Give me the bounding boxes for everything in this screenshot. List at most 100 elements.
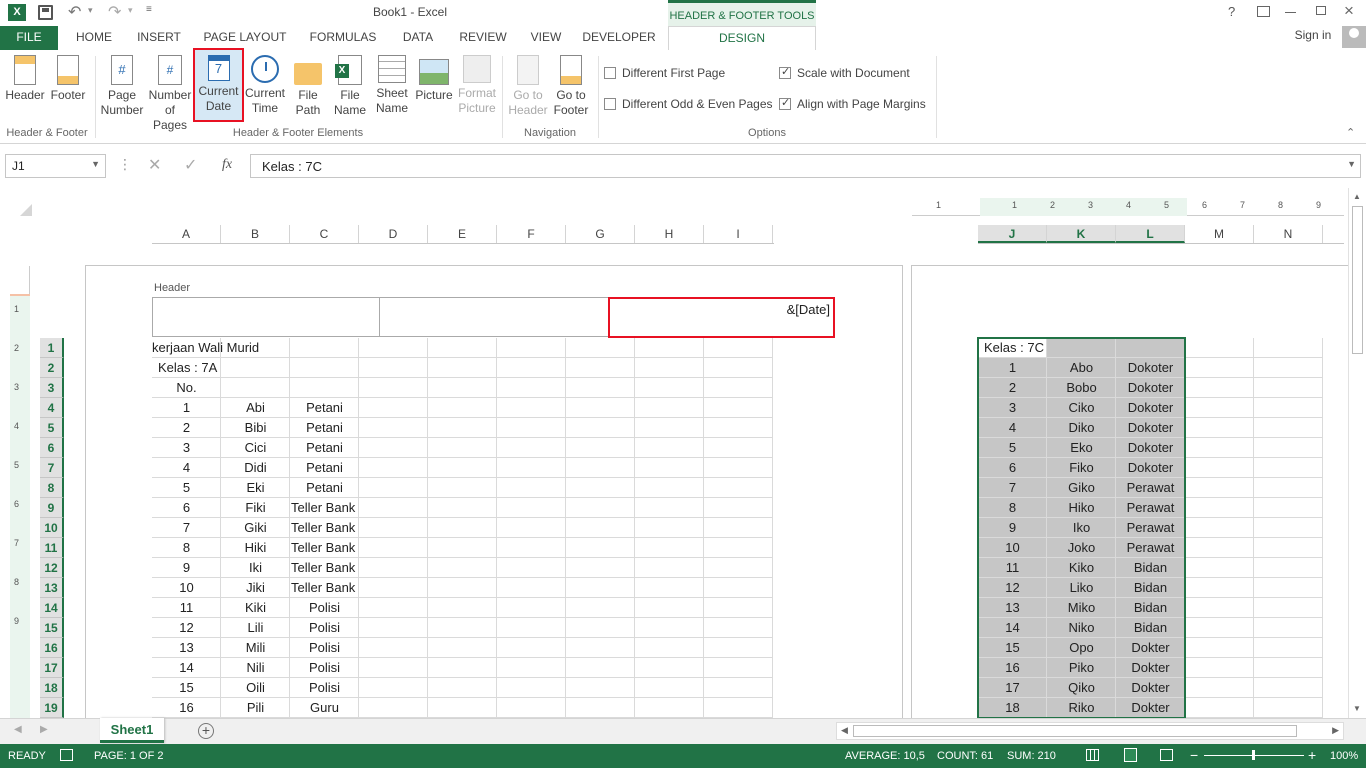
grid-cell[interactable]	[497, 678, 566, 698]
zoom-level[interactable]: 100%	[1330, 750, 1358, 762]
grid-cell[interactable]	[497, 578, 566, 598]
row-header[interactable]: 2	[40, 358, 64, 378]
row-header[interactable]: 13	[40, 578, 64, 598]
tab-design[interactable]: DESIGN	[668, 26, 816, 51]
expand-formula-icon[interactable]: ▼	[1347, 159, 1356, 169]
grid-cell[interactable]	[1185, 538, 1254, 558]
grid-cell[interactable]	[704, 338, 773, 358]
grid-cell[interactable]	[635, 418, 704, 438]
grid-cell[interactable]	[497, 418, 566, 438]
grid-cell[interactable]	[704, 618, 773, 638]
grid-cell[interactable]	[704, 378, 773, 398]
row-header[interactable]: 8	[40, 478, 64, 498]
column-header[interactable]: M	[1185, 225, 1254, 243]
grid-cell[interactable]	[428, 458, 497, 478]
column-header[interactable]: C	[290, 225, 359, 243]
grid-cell[interactable]	[1185, 358, 1254, 378]
grid-cell[interactable]	[635, 458, 704, 478]
grid-cell[interactable]	[1185, 658, 1254, 678]
row-header[interactable]: 17	[40, 658, 64, 678]
grid-cell[interactable]	[428, 538, 497, 558]
grid-cell[interactable]	[704, 518, 773, 538]
grid-cell[interactable]	[497, 558, 566, 578]
column-header[interactable]: E	[428, 225, 497, 243]
grid-cell[interactable]	[566, 598, 635, 618]
column-header[interactable]: K	[1047, 225, 1116, 243]
row-header[interactable]: 5	[40, 418, 64, 438]
page-number-button[interactable]: # Page Number	[99, 55, 145, 118]
sheet-name-button[interactable]: Sheet Name	[372, 55, 412, 116]
grid-cell[interactable]	[1254, 518, 1323, 538]
column-header[interactable]: A	[152, 225, 221, 243]
row-header[interactable]: 1	[40, 338, 64, 358]
grid-cell[interactable]	[1254, 358, 1323, 378]
grid-cell[interactable]	[1254, 478, 1323, 498]
row-header[interactable]: 4	[40, 398, 64, 418]
restore-button[interactable]	[1316, 6, 1326, 15]
sign-in-link[interactable]: Sign in	[1290, 24, 1336, 48]
grid-cell[interactable]	[428, 418, 497, 438]
row-header[interactable]: 12	[40, 558, 64, 578]
sheet-tab-sheet1[interactable]: Sheet1	[100, 718, 164, 743]
grid-cell[interactable]	[1254, 458, 1323, 478]
column-header[interactable]: N	[1254, 225, 1323, 243]
grid-cell[interactable]	[497, 638, 566, 658]
grid-cell[interactable]	[1254, 498, 1323, 518]
grid-cell[interactable]	[704, 578, 773, 598]
grid-cell[interactable]	[566, 618, 635, 638]
grid-cell[interactable]	[1185, 418, 1254, 438]
grid-cell[interactable]	[428, 438, 497, 458]
grid-cell[interactable]	[1185, 518, 1254, 538]
checkmark-icon[interactable]: ✓	[779, 97, 791, 110]
grid-cell[interactable]	[359, 618, 428, 638]
grid-cell[interactable]	[497, 458, 566, 478]
header-right-section[interactable]: &[Date]	[608, 297, 835, 338]
row-header[interactable]: 14	[40, 598, 64, 618]
checkmark-icon[interactable]: ✓	[779, 66, 791, 79]
grid-cell[interactable]	[497, 498, 566, 518]
grid-cell[interactable]	[428, 498, 497, 518]
normal-view-icon[interactable]	[1086, 749, 1099, 761]
go-to-footer-button[interactable]: Go to Footer	[551, 55, 591, 118]
grid-cell[interactable]	[635, 478, 704, 498]
grid-cell[interactable]	[497, 538, 566, 558]
grid-cell[interactable]	[290, 378, 359, 398]
grid-cell[interactable]	[566, 458, 635, 478]
current-time-button[interactable]: Current Time	[243, 55, 287, 116]
different-odd-even-checkbox[interactable]: Different Odd & Even Pages	[604, 96, 773, 112]
grid-cell[interactable]	[635, 358, 704, 378]
page-break-view-icon[interactable]	[1160, 749, 1173, 761]
grid-cell[interactable]	[635, 438, 704, 458]
grid-cell[interactable]	[1254, 558, 1323, 578]
grid-cell[interactable]	[1254, 678, 1323, 698]
header-center-section[interactable]	[379, 297, 609, 337]
tab-developer[interactable]: DEVELOPER	[578, 26, 660, 50]
name-box[interactable]: J1 ▼	[5, 154, 106, 178]
grid-cell[interactable]	[497, 378, 566, 398]
column-header[interactable]: G	[566, 225, 635, 243]
grid-cell[interactable]	[635, 558, 704, 578]
tab-review[interactable]: REVIEW	[452, 26, 514, 50]
grid-cell[interactable]	[359, 598, 428, 618]
grid-cell[interactable]	[566, 498, 635, 518]
file-name-button[interactable]: X File Name	[330, 55, 370, 118]
grid-cell[interactable]	[704, 458, 773, 478]
grid-cell[interactable]	[704, 418, 773, 438]
grid-cell[interactable]	[1254, 658, 1323, 678]
more-options-icon[interactable]: ⋮	[118, 156, 132, 173]
scroll-tabs-right-icon[interactable]: ▶	[40, 724, 48, 735]
scroll-tabs-left-icon[interactable]: ◀	[14, 724, 22, 735]
grid-cell[interactable]	[1185, 338, 1254, 358]
insert-function-icon[interactable]: fx	[222, 157, 232, 173]
zoom-slider[interactable]	[1204, 750, 1304, 760]
column-header[interactable]: L	[1116, 225, 1185, 243]
grid-cell[interactable]	[1185, 618, 1254, 638]
grid-cell[interactable]	[566, 438, 635, 458]
grid-cell[interactable]	[566, 398, 635, 418]
grid-cell[interactable]	[635, 498, 704, 518]
close-button[interactable]: ×	[1344, 1, 1354, 21]
grid-cell[interactable]	[428, 558, 497, 578]
grid-cell[interactable]	[1254, 618, 1323, 638]
grid-cell[interactable]	[1185, 378, 1254, 398]
grid-cell[interactable]	[359, 658, 428, 678]
